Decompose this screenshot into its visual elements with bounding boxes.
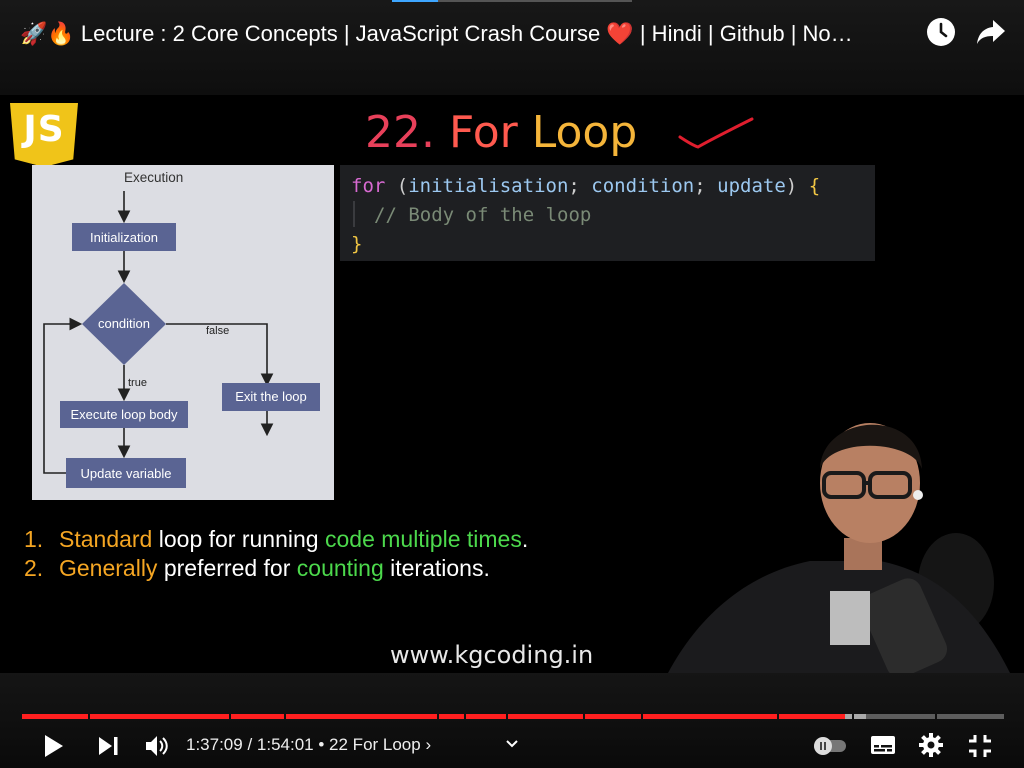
- next-icon[interactable]: [96, 734, 120, 758]
- chapter-marker: [437, 714, 439, 719]
- heart-emoji: ❤️: [606, 21, 634, 47]
- code-comment: // Body of the loop: [374, 204, 592, 226]
- time-display: 1:37:09 / 1:54:01 • 22 For Loop ›: [186, 735, 432, 754]
- javascript-logo: JS: [10, 103, 78, 167]
- flow-false-label: false: [206, 325, 229, 337]
- bullet-item: 2. Generally preferred for counting itera…: [24, 554, 528, 583]
- flow-start-label: Execution: [124, 170, 183, 185]
- code-line: for (initialisation; condition; update) …: [351, 175, 821, 197]
- chapter-marker: [464, 714, 466, 719]
- for-loop-flowchart: Execution Initialization condition false…: [32, 165, 334, 500]
- bullet-text: Generally: [59, 555, 158, 581]
- chapter-marker: [583, 714, 585, 719]
- chapter-marker: [777, 714, 779, 719]
- total-time: 1:54:01: [256, 735, 314, 754]
- clock-icon[interactable]: [926, 17, 956, 47]
- bullet-item: 1. Standard loop for running code multipl…: [24, 525, 528, 554]
- bullet-text: preferred for: [157, 555, 297, 581]
- code-line: }: [351, 233, 363, 255]
- flow-init-label: Initialization: [90, 230, 158, 245]
- chapter-marker: [641, 714, 643, 719]
- bullet-number: 1.: [24, 526, 44, 552]
- video-frame[interactable]: JS 22. For Loop Execution Initialization…: [0, 95, 1024, 673]
- chevron-down-icon[interactable]: [503, 735, 521, 753]
- slide-heading: 22. For Loop: [365, 105, 637, 161]
- heading-for: For: [448, 107, 518, 158]
- flow-true-label: true: [128, 377, 147, 389]
- bullet-text: Standard: [59, 526, 153, 552]
- chapter-title[interactable]: 22 For Loop ›: [329, 735, 431, 754]
- flow-exit-label: Exit the loop: [235, 389, 307, 404]
- flow-body-label: Execute loop body: [71, 407, 178, 422]
- exit-fullscreen-icon[interactable]: [967, 733, 993, 759]
- settings-icon[interactable]: [918, 732, 944, 758]
- video-title[interactable]: 🚀🔥 Lecture : 2 Core Concepts | JavaScrip…: [20, 18, 920, 48]
- top-loading-indicator: [392, 0, 632, 2]
- flow-condition-label: condition: [98, 316, 150, 331]
- bullet-text: counting: [296, 555, 384, 581]
- watermark-url: www.kgcoding.in: [390, 641, 594, 669]
- progress-played: [22, 714, 846, 719]
- bullet-number: 2.: [24, 555, 44, 581]
- volume-icon[interactable]: [144, 733, 170, 759]
- autoplay-toggle-icon[interactable]: [812, 734, 848, 756]
- flow-update-label: Update variable: [80, 466, 171, 481]
- chapter-marker: [852, 714, 854, 719]
- heading-loop: Loop: [531, 107, 638, 158]
- current-time: 1:37:09: [186, 735, 243, 754]
- chapter-marker: [88, 714, 90, 719]
- title-text: Lecture : 2 Core Concepts | JavaScript C…: [80, 21, 601, 47]
- speaker-webcam: [668, 423, 1010, 673]
- bullet-text: code multiple times: [324, 526, 522, 552]
- player-controls: 1:37:09 / 1:54:01 • 22 For Loop ›: [0, 673, 1024, 768]
- share-icon[interactable]: [975, 17, 1007, 47]
- captions-icon[interactable]: [870, 733, 896, 757]
- chapter-marker: [935, 714, 937, 719]
- bullet-text: .: [521, 526, 529, 552]
- code-snippet: for (initialisation; condition; update) …: [340, 165, 875, 261]
- chapter-marker: [229, 714, 231, 719]
- title-emoji: 🚀🔥: [20, 21, 75, 47]
- check-mark-icon: [678, 117, 754, 149]
- progress-bar[interactable]: [22, 714, 1004, 719]
- bullet-text: iterations.: [383, 555, 490, 581]
- bullet-text: loop for running: [152, 526, 325, 552]
- heading-number: 22.: [365, 107, 435, 158]
- chapter-marker: [506, 714, 508, 719]
- video-top-bar: 🚀🔥 Lecture : 2 Core Concepts | JavaScrip…: [0, 0, 1024, 95]
- chapter-marker: [284, 714, 286, 719]
- bullet-list: 1. Standard loop for running code multipl…: [24, 525, 528, 583]
- title-text-tail: | Hindi | Github | No…: [639, 21, 853, 47]
- play-icon[interactable]: [40, 733, 66, 759]
